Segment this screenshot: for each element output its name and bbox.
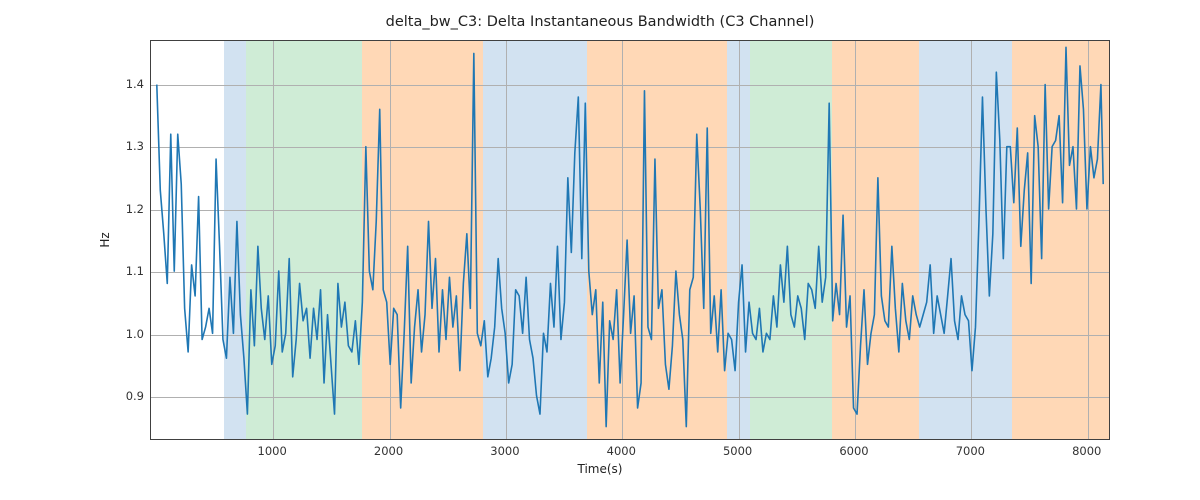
- x-tick-label: 4000: [607, 444, 636, 458]
- x-tick-label: 1000: [258, 444, 287, 458]
- x-tick-label: 5000: [723, 444, 752, 458]
- x-tick-label: 6000: [839, 444, 868, 458]
- x-tick-label: 7000: [956, 444, 985, 458]
- line-plot: [151, 41, 1109, 439]
- x-tick-label: 3000: [490, 444, 519, 458]
- y-tick-label: 1.0: [126, 327, 144, 341]
- y-axis-label: Hz: [98, 232, 112, 247]
- y-tick-label: 1.4: [126, 77, 144, 91]
- y-tick-label: 1.1: [126, 264, 144, 278]
- x-axis-label: Time(s): [0, 462, 1200, 476]
- y-tick-label: 1.2: [126, 202, 144, 216]
- y-tick-label: 1.3: [126, 139, 144, 153]
- x-tick-label: 8000: [1072, 444, 1101, 458]
- plot-axes: [150, 40, 1110, 440]
- x-tick-label: 2000: [374, 444, 403, 458]
- figure: delta_bw_C3: Delta Instantaneous Bandwid…: [0, 0, 1200, 500]
- y-tick-label: 0.9: [126, 389, 144, 403]
- chart-title: delta_bw_C3: Delta Instantaneous Bandwid…: [0, 14, 1200, 30]
